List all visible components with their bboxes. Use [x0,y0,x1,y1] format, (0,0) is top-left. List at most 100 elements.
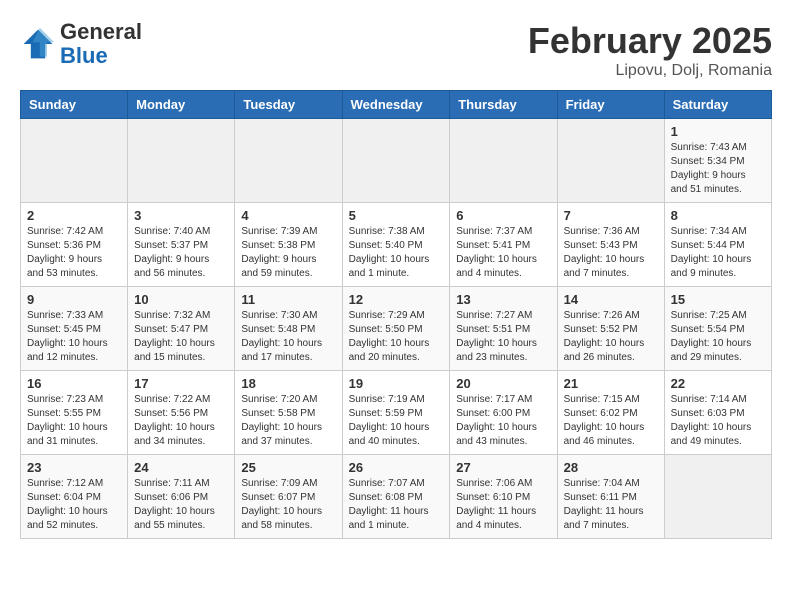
day-number: 3 [134,208,228,223]
day-number: 16 [27,376,121,391]
day-info: Sunrise: 7:29 AM Sunset: 5:50 PM Dayligh… [349,309,444,365]
calendar-cell: 27 Sunrise: 7:06 AM Sunset: 6:10 PM Dayli… [450,455,557,539]
calendar-cell: 9 Sunrise: 7:33 AM Sunset: 5:45 PM Daylig… [21,287,128,371]
day-info: Sunrise: 7:22 AM Sunset: 5:56 PM Dayligh… [134,393,228,449]
calendar-cell: 20Sunrise: 7:17 AM Sunset: 6:00 PM Dayli… [450,371,557,455]
day-number: 28 [564,460,658,475]
day-info: Sunrise: 7:04 AM Sunset: 6:11 PM Dayligh… [564,477,658,533]
day-info: Sunrise: 7:37 AM Sunset: 5:41 PM Dayligh… [456,225,550,281]
day-number: 2 [27,208,121,223]
day-number: 5 [349,208,444,223]
weekday-header-thursday: Thursday [450,91,557,119]
calendar-cell: 12 Sunrise: 7:29 AM Sunset: 5:50 PM Dayli… [342,287,450,371]
weekday-header-sunday: Sunday [21,91,128,119]
calendar-cell: 15Sunrise: 7:25 AM Sunset: 5:54 PM Dayli… [664,287,771,371]
weekday-header-saturday: Saturday [664,91,771,119]
day-number: 12 [349,292,444,307]
calendar-cell: 1 Sunrise: 7:43 AM Sunset: 5:34 PM Daylig… [664,119,771,203]
calendar-cell: 16 Sunrise: 7:23 AM Sunset: 5:55 PM Dayli… [21,371,128,455]
calendar-cell: 2 Sunrise: 7:42 AM Sunset: 5:36 PM Daylig… [21,203,128,287]
calendar-table: SundayMondayTuesdayWednesdayThursdayFrid… [20,90,772,539]
day-info: Sunrise: 7:26 AM Sunset: 5:52 PM Dayligh… [564,309,658,365]
calendar-cell: 18 Sunrise: 7:20 AM Sunset: 5:58 PM Dayli… [235,371,342,455]
day-info: Sunrise: 7:27 AM Sunset: 5:51 PM Dayligh… [456,309,550,365]
calendar-cell: 23 Sunrise: 7:12 AM Sunset: 6:04 PM Dayli… [21,455,128,539]
day-number: 26 [349,460,444,475]
calendar-cell [450,119,557,203]
calendar-cell: 28 Sunrise: 7:04 AM Sunset: 6:11 PM Dayli… [557,455,664,539]
title-block: February 2025 Lipovu, Dolj, Romania [528,20,772,80]
logo-text: General Blue [60,20,142,68]
weekday-header-monday: Monday [128,91,235,119]
day-number: 10 [134,292,228,307]
calendar-cell: 21Sunrise: 7:15 AM Sunset: 6:02 PM Dayli… [557,371,664,455]
day-number: 14 [564,292,658,307]
day-info: Sunrise: 7:38 AM Sunset: 5:40 PM Dayligh… [349,225,444,281]
calendar-cell [235,119,342,203]
calendar-cell: 17 Sunrise: 7:22 AM Sunset: 5:56 PM Dayli… [128,371,235,455]
calendar-cell: 8 Sunrise: 7:34 AM Sunset: 5:44 PM Daylig… [664,203,771,287]
day-number: 8 [671,208,765,223]
calendar-cell [21,119,128,203]
calendar-cell: 10 Sunrise: 7:32 AM Sunset: 5:47 PM Dayli… [128,287,235,371]
day-number: 17 [134,376,228,391]
day-info: Sunrise: 7:23 AM Sunset: 5:55 PM Dayligh… [27,393,121,449]
day-number: 18 [241,376,335,391]
calendar-cell: 26Sunrise: 7:07 AM Sunset: 6:08 PM Dayli… [342,455,450,539]
day-number: 7 [564,208,658,223]
page-header: General Blue February 2025 Lipovu, Dolj,… [20,20,772,80]
calendar-cell: 6Sunrise: 7:37 AM Sunset: 5:41 PM Daylig… [450,203,557,287]
calendar-cell [342,119,450,203]
day-number: 11 [241,292,335,307]
calendar-cell: 4 Sunrise: 7:39 AM Sunset: 5:38 PM Daylig… [235,203,342,287]
weekday-header-friday: Friday [557,91,664,119]
day-number: 24 [134,460,228,475]
week-row-2: 2 Sunrise: 7:42 AM Sunset: 5:36 PM Daylig… [21,203,772,287]
day-info: Sunrise: 7:32 AM Sunset: 5:47 PM Dayligh… [134,309,228,365]
logo: General Blue [20,20,142,68]
day-info: Sunrise: 7:09 AM Sunset: 6:07 PM Dayligh… [241,477,335,533]
day-number: 13 [456,292,550,307]
week-row-3: 9 Sunrise: 7:33 AM Sunset: 5:45 PM Daylig… [21,287,772,371]
day-number: 20 [456,376,550,391]
day-info: Sunrise: 7:30 AM Sunset: 5:48 PM Dayligh… [241,309,335,365]
day-info: Sunrise: 7:40 AM Sunset: 5:37 PM Dayligh… [134,225,228,281]
calendar-cell [557,119,664,203]
week-row-1: 1 Sunrise: 7:43 AM Sunset: 5:34 PM Daylig… [21,119,772,203]
day-info: Sunrise: 7:06 AM Sunset: 6:10 PM Dayligh… [456,477,550,533]
calendar-cell: 25 Sunrise: 7:09 AM Sunset: 6:07 PM Dayli… [235,455,342,539]
day-info: Sunrise: 7:33 AM Sunset: 5:45 PM Dayligh… [27,309,121,365]
day-number: 25 [241,460,335,475]
calendar-cell: 22Sunrise: 7:14 AM Sunset: 6:03 PM Dayli… [664,371,771,455]
calendar-cell [128,119,235,203]
weekday-header-row: SundayMondayTuesdayWednesdayThursdayFrid… [21,91,772,119]
day-info: Sunrise: 7:11 AM Sunset: 6:06 PM Dayligh… [134,477,228,533]
day-info: Sunrise: 7:34 AM Sunset: 5:44 PM Dayligh… [671,225,765,281]
calendar-title: February 2025 [528,20,772,62]
day-info: Sunrise: 7:42 AM Sunset: 5:36 PM Dayligh… [27,225,121,281]
logo-icon [20,26,56,62]
weekday-header-tuesday: Tuesday [235,91,342,119]
calendar-cell: 14 Sunrise: 7:26 AM Sunset: 5:52 PM Dayli… [557,287,664,371]
calendar-cell: 5 Sunrise: 7:38 AM Sunset: 5:40 PM Daylig… [342,203,450,287]
day-number: 21 [564,376,658,391]
day-info: Sunrise: 7:20 AM Sunset: 5:58 PM Dayligh… [241,393,335,449]
calendar-cell: 3 Sunrise: 7:40 AM Sunset: 5:37 PM Daylig… [128,203,235,287]
day-info: Sunrise: 7:43 AM Sunset: 5:34 PM Dayligh… [671,141,765,197]
day-number: 9 [27,292,121,307]
calendar-cell: 7 Sunrise: 7:36 AM Sunset: 5:43 PM Daylig… [557,203,664,287]
calendar-cell: 13 Sunrise: 7:27 AM Sunset: 5:51 PM Dayli… [450,287,557,371]
day-info: Sunrise: 7:19 AM Sunset: 5:59 PM Dayligh… [349,393,444,449]
weekday-header-wednesday: Wednesday [342,91,450,119]
day-info: Sunrise: 7:39 AM Sunset: 5:38 PM Dayligh… [241,225,335,281]
day-info: Sunrise: 7:12 AM Sunset: 6:04 PM Dayligh… [27,477,121,533]
day-number: 4 [241,208,335,223]
day-number: 27 [456,460,550,475]
calendar-cell: 19Sunrise: 7:19 AM Sunset: 5:59 PM Dayli… [342,371,450,455]
day-number: 23 [27,460,121,475]
calendar-cell: 24 Sunrise: 7:11 AM Sunset: 6:06 PM Dayli… [128,455,235,539]
day-info: Sunrise: 7:25 AM Sunset: 5:54 PM Dayligh… [671,309,765,365]
week-row-5: 23 Sunrise: 7:12 AM Sunset: 6:04 PM Dayli… [21,455,772,539]
day-info: Sunrise: 7:36 AM Sunset: 5:43 PM Dayligh… [564,225,658,281]
day-number: 1 [671,124,765,139]
